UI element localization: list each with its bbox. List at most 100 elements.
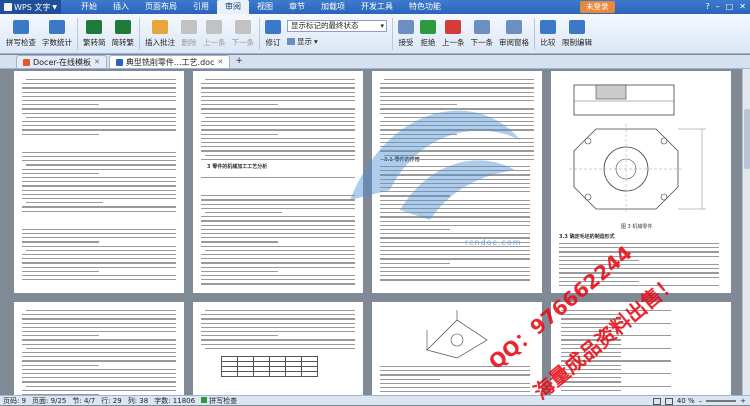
zoom-level[interactable]: 40 %: [677, 397, 695, 405]
wps-logo-icon: [4, 3, 12, 11]
menu-2[interactable]: 页面布局: [137, 0, 185, 14]
text-line: [22, 368, 176, 371]
zoom-slider[interactable]: [706, 400, 737, 402]
minimize-icon[interactable]: –: [716, 0, 720, 14]
tab-document[interactable]: 典型铣削零件...工艺.doc ✕: [108, 55, 231, 68]
close-tab-icon[interactable]: ✕: [94, 58, 100, 66]
menu-3[interactable]: 引用: [185, 0, 217, 14]
text-line: [201, 254, 355, 256]
menu-1[interactable]: 插入: [105, 0, 137, 14]
scrollbar-thumb[interactable]: [744, 109, 750, 169]
document-page[interactable]: [14, 302, 184, 395]
delete-comment-button[interactable]: 删除: [178, 15, 200, 53]
simp-to-trad-button[interactable]: 简转繁: [109, 15, 138, 53]
text-line: [22, 360, 176, 362]
text-line: [380, 279, 530, 281]
maximize-icon[interactable]: □: [726, 0, 734, 14]
convert-icon: [86, 19, 103, 34]
status-words[interactable]: 字数: 11806: [154, 396, 195, 406]
word-count-button[interactable]: 字数统计: [39, 15, 75, 53]
reject-button[interactable]: 拒绝: [417, 15, 439, 53]
menu-5[interactable]: 视图: [249, 0, 281, 14]
insert-comment-button[interactable]: 插入批注: [142, 15, 178, 53]
view-mode-icon[interactable]: [652, 397, 661, 405]
login-button[interactable]: 未登录: [580, 1, 615, 13]
menu-0[interactable]: 开始: [73, 0, 105, 14]
text-line: [205, 310, 355, 312]
next-change-button[interactable]: 下一条: [468, 15, 497, 53]
text-line: [380, 374, 530, 376]
next-change-icon: [473, 19, 490, 34]
menu-8[interactable]: 开发工具: [353, 0, 401, 14]
menu-6[interactable]: 章节: [281, 0, 313, 14]
text-line: [22, 210, 176, 212]
document-page[interactable]: 图 3 机械零件 3.3 确定毛坯的制造形式: [551, 71, 731, 293]
prev-change-button[interactable]: 上一条: [439, 15, 468, 53]
text-line: [22, 100, 176, 102]
text-line: [22, 193, 176, 196]
text-line: [22, 108, 176, 110]
text-line: [22, 262, 176, 264]
text-line: [22, 237, 176, 239]
vertical-scrollbar[interactable]: [742, 69, 750, 395]
prev-comment-button[interactable]: 上一条: [200, 15, 229, 53]
close-tab-icon[interactable]: ✕: [217, 58, 223, 66]
divider: [77, 17, 78, 50]
close-icon[interactable]: ✕: [739, 0, 746, 14]
text-line: [22, 245, 176, 247]
track-mode-select[interactable]: 显示标记的最终状态: [287, 20, 387, 32]
zoom-out-icon[interactable]: –: [699, 397, 703, 405]
restrict-edit-button[interactable]: 限制编辑: [559, 15, 595, 53]
text-line: [380, 266, 530, 269]
track-changes-icon: [265, 19, 281, 34]
text-line: [22, 279, 176, 281]
accept-button[interactable]: 接受: [395, 15, 417, 53]
data-table: [221, 356, 318, 377]
display-button[interactable]: 显示 ▾: [287, 36, 387, 47]
spell-check-button[interactable]: 拼写检查: [3, 15, 39, 53]
text-line: [380, 258, 530, 260]
text-line: [201, 331, 355, 333]
new-tab-icon[interactable]: +: [235, 55, 243, 68]
abc-check-icon: [13, 19, 29, 34]
status-bar: 页码: 9 页面: 9/25 节: 4/7 行: 29 列: 38 字数: 11…: [0, 395, 750, 405]
text-line: [559, 264, 719, 266]
text-line: [22, 389, 176, 392]
menu-9[interactable]: 特色功能: [401, 0, 449, 14]
text-line: [22, 266, 176, 268]
next-comment-button[interactable]: 下一条: [229, 15, 258, 53]
text-line: [22, 112, 176, 114]
compare-button[interactable]: 比较: [537, 15, 559, 53]
text-line: [26, 249, 176, 252]
revise-button[interactable]: 修订: [262, 15, 284, 53]
view-mode-icon[interactable]: [664, 397, 673, 405]
trad-to-simp-button[interactable]: 繁转简: [80, 15, 109, 53]
spell-check-status[interactable]: 拼写检查: [201, 396, 237, 406]
text-line: [22, 326, 176, 329]
text-line: [201, 262, 355, 264]
app-menu-button[interactable]: WPS 文字 ▼: [0, 0, 61, 14]
text-line: [201, 241, 278, 243]
text-line: [380, 233, 530, 235]
text-line: [201, 283, 355, 285]
track-display-group: 显示标记的最终状态 显示▾: [284, 20, 390, 47]
tab-docer[interactable]: Docer-在线模板 ✕: [16, 55, 107, 68]
zoom-in-icon[interactable]: +: [740, 397, 746, 405]
text-line: [26, 164, 176, 166]
menu-7[interactable]: 加载项: [313, 0, 353, 14]
lock-icon: [569, 19, 585, 34]
text-line: [22, 160, 176, 162]
document-page[interactable]: [14, 71, 184, 293]
document-page[interactable]: [193, 302, 363, 395]
text-line: [561, 385, 671, 387]
status-section: 节: 4/7: [72, 396, 96, 405]
help-icon[interactable]: ?: [705, 0, 709, 14]
text-line: [559, 255, 719, 257]
text-line: [201, 237, 355, 239]
review-pane-button[interactable]: 审阅窗格: [496, 15, 532, 53]
text-line: [201, 335, 278, 337]
menu-4[interactable]: 审阅: [216, 0, 249, 14]
text-line: [26, 385, 176, 387]
text-line: [561, 389, 621, 392]
divider: [139, 17, 140, 50]
